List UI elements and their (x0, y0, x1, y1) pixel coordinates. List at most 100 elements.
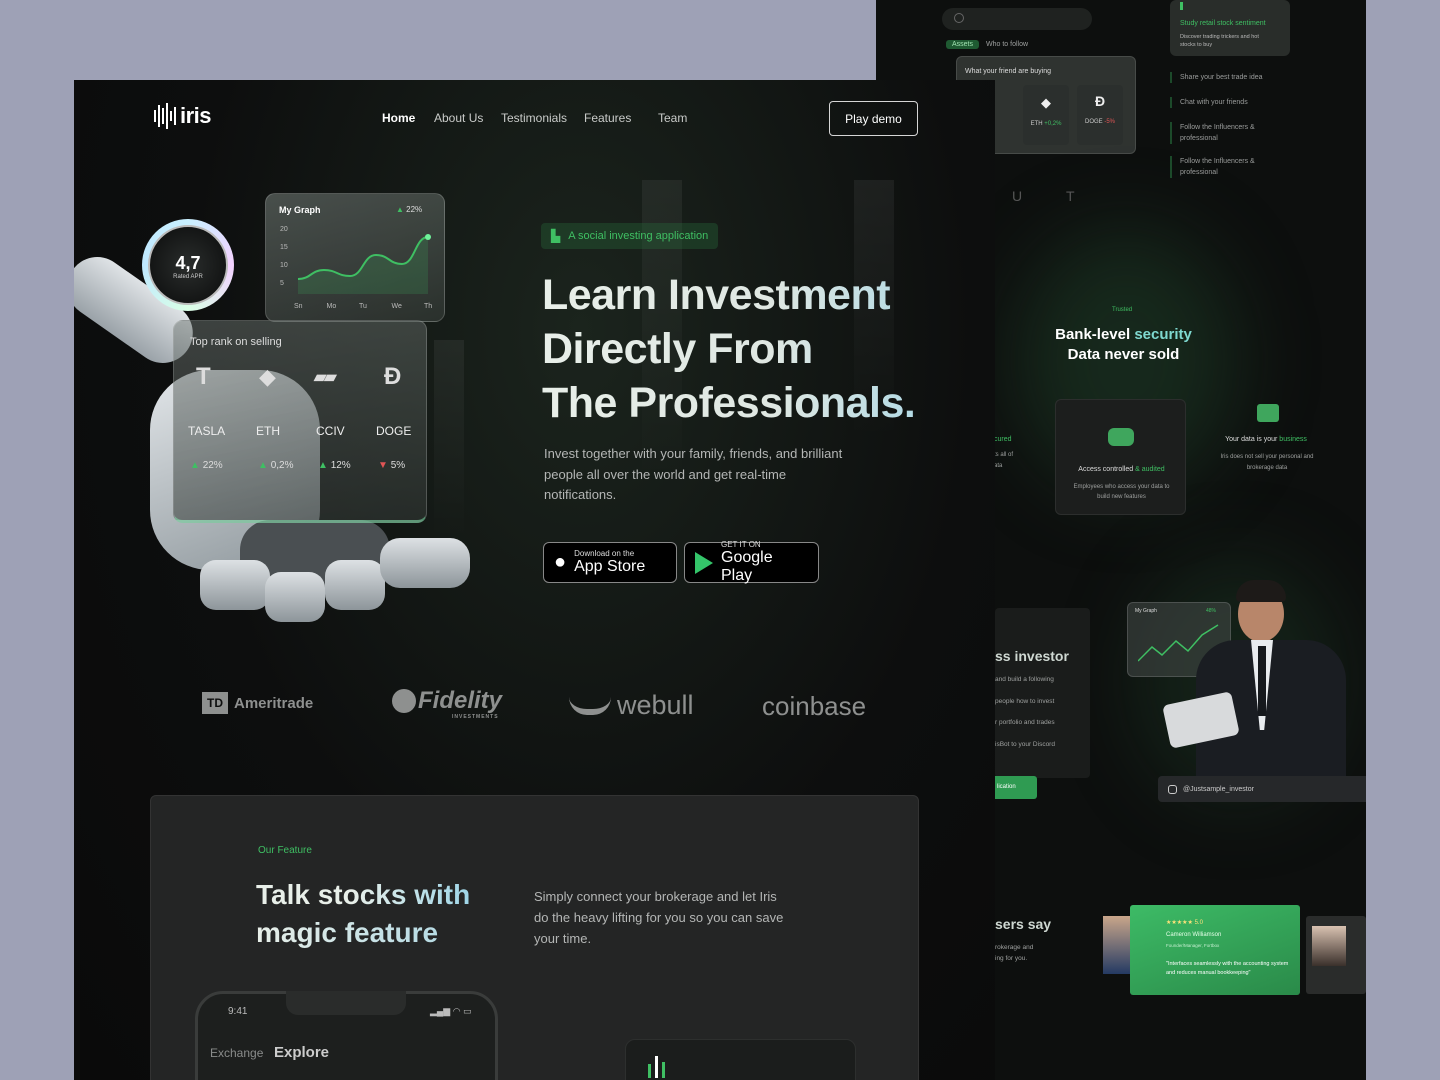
phone-mockup: 9:41 ▂▄▆ ◠ ▭ Exchange Explore (195, 991, 498, 1080)
trend-up-icon: ▲ (258, 460, 271, 471)
td-logo-icon: TD (202, 692, 228, 714)
friend-change: +0,2% (1044, 121, 1062, 127)
candlestick-icon (648, 1056, 665, 1078)
google-play-button[interactable]: GET IT ON Google Play (684, 540, 819, 584)
access-title-accent: & audited (1135, 466, 1165, 473)
rank-change: ▼ 5% (378, 460, 405, 471)
testimonials-title: sers say (995, 916, 1052, 932)
sentiment-title: Study retail stock sentiment (1180, 20, 1266, 27)
hero-tag: ▙ A social investing application (541, 223, 719, 249)
graph-y-tick: 20 (280, 226, 288, 233)
feature-list-item: Share your best trade idea (1170, 72, 1280, 83)
investor-line: people how to invest (995, 698, 1055, 705)
partner-name: Ameritrade (234, 694, 314, 712)
access-title: Access controlled & audited (1056, 466, 1187, 473)
rank-symbol: CCIV (316, 424, 345, 438)
tesla-icon: T (1066, 188, 1075, 204)
sentiment-panel: Study retail stock sentiment Discover tr… (1170, 0, 1290, 56)
graph-plot: 20 15 10 5 Sn Mo Tu We Th (280, 226, 432, 310)
review-text: "Interfaces seamlessly with the accounti… (1166, 961, 1289, 976)
feature-section: Our Feature Talk stocks with magic featu… (150, 795, 919, 1080)
brand-name: iris (180, 103, 212, 128)
feature-list: Share your best trade idea Chat with you… (1170, 72, 1280, 178)
partner-ameritrade: TD Ameritrade (202, 692, 313, 714)
testimonials-line: rokerage and (995, 944, 1034, 951)
hero-subtitle: Invest together with your family, friend… (544, 446, 843, 502)
graph-x-tick: Th (424, 303, 432, 310)
nav-about[interactable]: About Us (434, 111, 483, 125)
rank-change-value: 0,2% (270, 460, 294, 471)
app-store-button[interactable]: ● Download on the App Store (543, 542, 677, 583)
security-eyebrow: Trusted (1112, 307, 1133, 313)
investor-title: ss investor (995, 648, 1069, 664)
phone-tab-exchange[interactable]: Exchange (210, 1046, 263, 1060)
graph-y-tick: 10 (280, 262, 288, 269)
dogecoin-icon: Ð (1094, 93, 1106, 109)
rank-change-value: 12% (330, 460, 351, 471)
access-text: Employees who access your data to build … (1073, 484, 1170, 500)
friend-symbol: ETH (1030, 121, 1043, 127)
rating-stars-icon: ★★★★★ (1166, 920, 1193, 926)
hero-title-line: The Professionals. (542, 376, 962, 430)
rank-change-value: 5% (390, 460, 406, 471)
landing-page: iris Home About Us Testimonials Features… (74, 80, 995, 1080)
mini-graph-title: My Graph (1135, 608, 1157, 614)
secured-text-partial: ts all of (994, 452, 1014, 458)
friends-buying-title: What your friend are buying (965, 68, 1051, 75)
graph-x-tick: Sn (294, 303, 303, 310)
secured-text-partial: ata (994, 463, 1003, 469)
graph-y-tick: 15 (280, 244, 288, 251)
app-store-small: Download on the (574, 549, 635, 558)
rank-change: ▲ 0,2% (258, 460, 293, 471)
testimonials-line: ing for you. (995, 955, 1028, 962)
review-role: Founder/Manager, Fortbox (1166, 943, 1220, 948)
rank-symbol: ETH (256, 424, 280, 438)
feature-list-item: Chat with your friends (1170, 97, 1280, 108)
get-application-button[interactable]: lication (995, 776, 1037, 799)
investor-card (995, 608, 1090, 778)
investor-line: r portfolio and trades (995, 719, 1055, 726)
nav-team[interactable]: Team (658, 111, 687, 125)
friend-item[interactable]: Ð DOGE -5% (1077, 85, 1123, 145)
tab-who-to-follow[interactable]: Who to follow (986, 41, 1028, 48)
instagram-handle: @Justsample_investor (1183, 785, 1254, 793)
security-title: Bank-level security Data never sold (1036, 325, 1211, 365)
graph-x-tick: Mo (327, 303, 337, 310)
nav-features[interactable]: Features (584, 111, 631, 125)
google-play-small: GET IT ON (721, 540, 761, 549)
instagram-badge[interactable]: @Justsample_investor (1158, 776, 1366, 802)
feature-title-line: magic feature (256, 917, 439, 948)
investor-line: isBot to your Discord (995, 741, 1055, 748)
ethereum-icon: ◆ (259, 364, 276, 389)
search-input[interactable] (942, 8, 1092, 30)
rating-badge: 4,7 Rated APR (142, 219, 234, 311)
friend-item[interactable]: ◆ ETH +0,2% (1023, 85, 1069, 145)
hero-title-line: Learn Investment (542, 268, 962, 322)
security-title-line2: Data never sold (1067, 346, 1180, 363)
feature-eyebrow: Our Feature (258, 845, 312, 856)
brand-logo[interactable]: iris (154, 102, 212, 130)
apple-icon: ● (554, 551, 567, 573)
rank-symbol: DOGE (376, 424, 412, 438)
lock-icon (1257, 404, 1279, 422)
trend-up-icon: ▲ (318, 460, 331, 471)
security-title-part: Bank-level (1055, 326, 1131, 343)
phone-tab-explore[interactable]: Explore (274, 1044, 329, 1061)
tab-assets[interactable]: Assets (946, 40, 980, 49)
nav-testimonials[interactable]: Testimonials (501, 111, 567, 125)
app-store-large: App Store (574, 558, 646, 575)
hero-title-line: Directly From (542, 322, 962, 376)
partner-fidelity: Fidelity INVESTMENTS (392, 687, 502, 720)
gamepad-icon (1108, 428, 1134, 446)
dogecoin-icon: Ð (384, 363, 402, 390)
play-demo-button[interactable]: Play demo (829, 101, 918, 136)
graph-x-tick: Tu (359, 303, 367, 310)
graph-y-tick: 5 (280, 280, 284, 287)
rating-value: 4,7 (175, 253, 201, 273)
instagram-icon (1168, 784, 1177, 794)
search-icon (954, 13, 964, 23)
review-score: 5.0 (1194, 920, 1203, 926)
nav-home[interactable]: Home (382, 111, 415, 125)
feature-body: Simply connect your brokerage and let Ir… (534, 889, 784, 946)
your-data-title: Your data is your business (1206, 436, 1326, 443)
